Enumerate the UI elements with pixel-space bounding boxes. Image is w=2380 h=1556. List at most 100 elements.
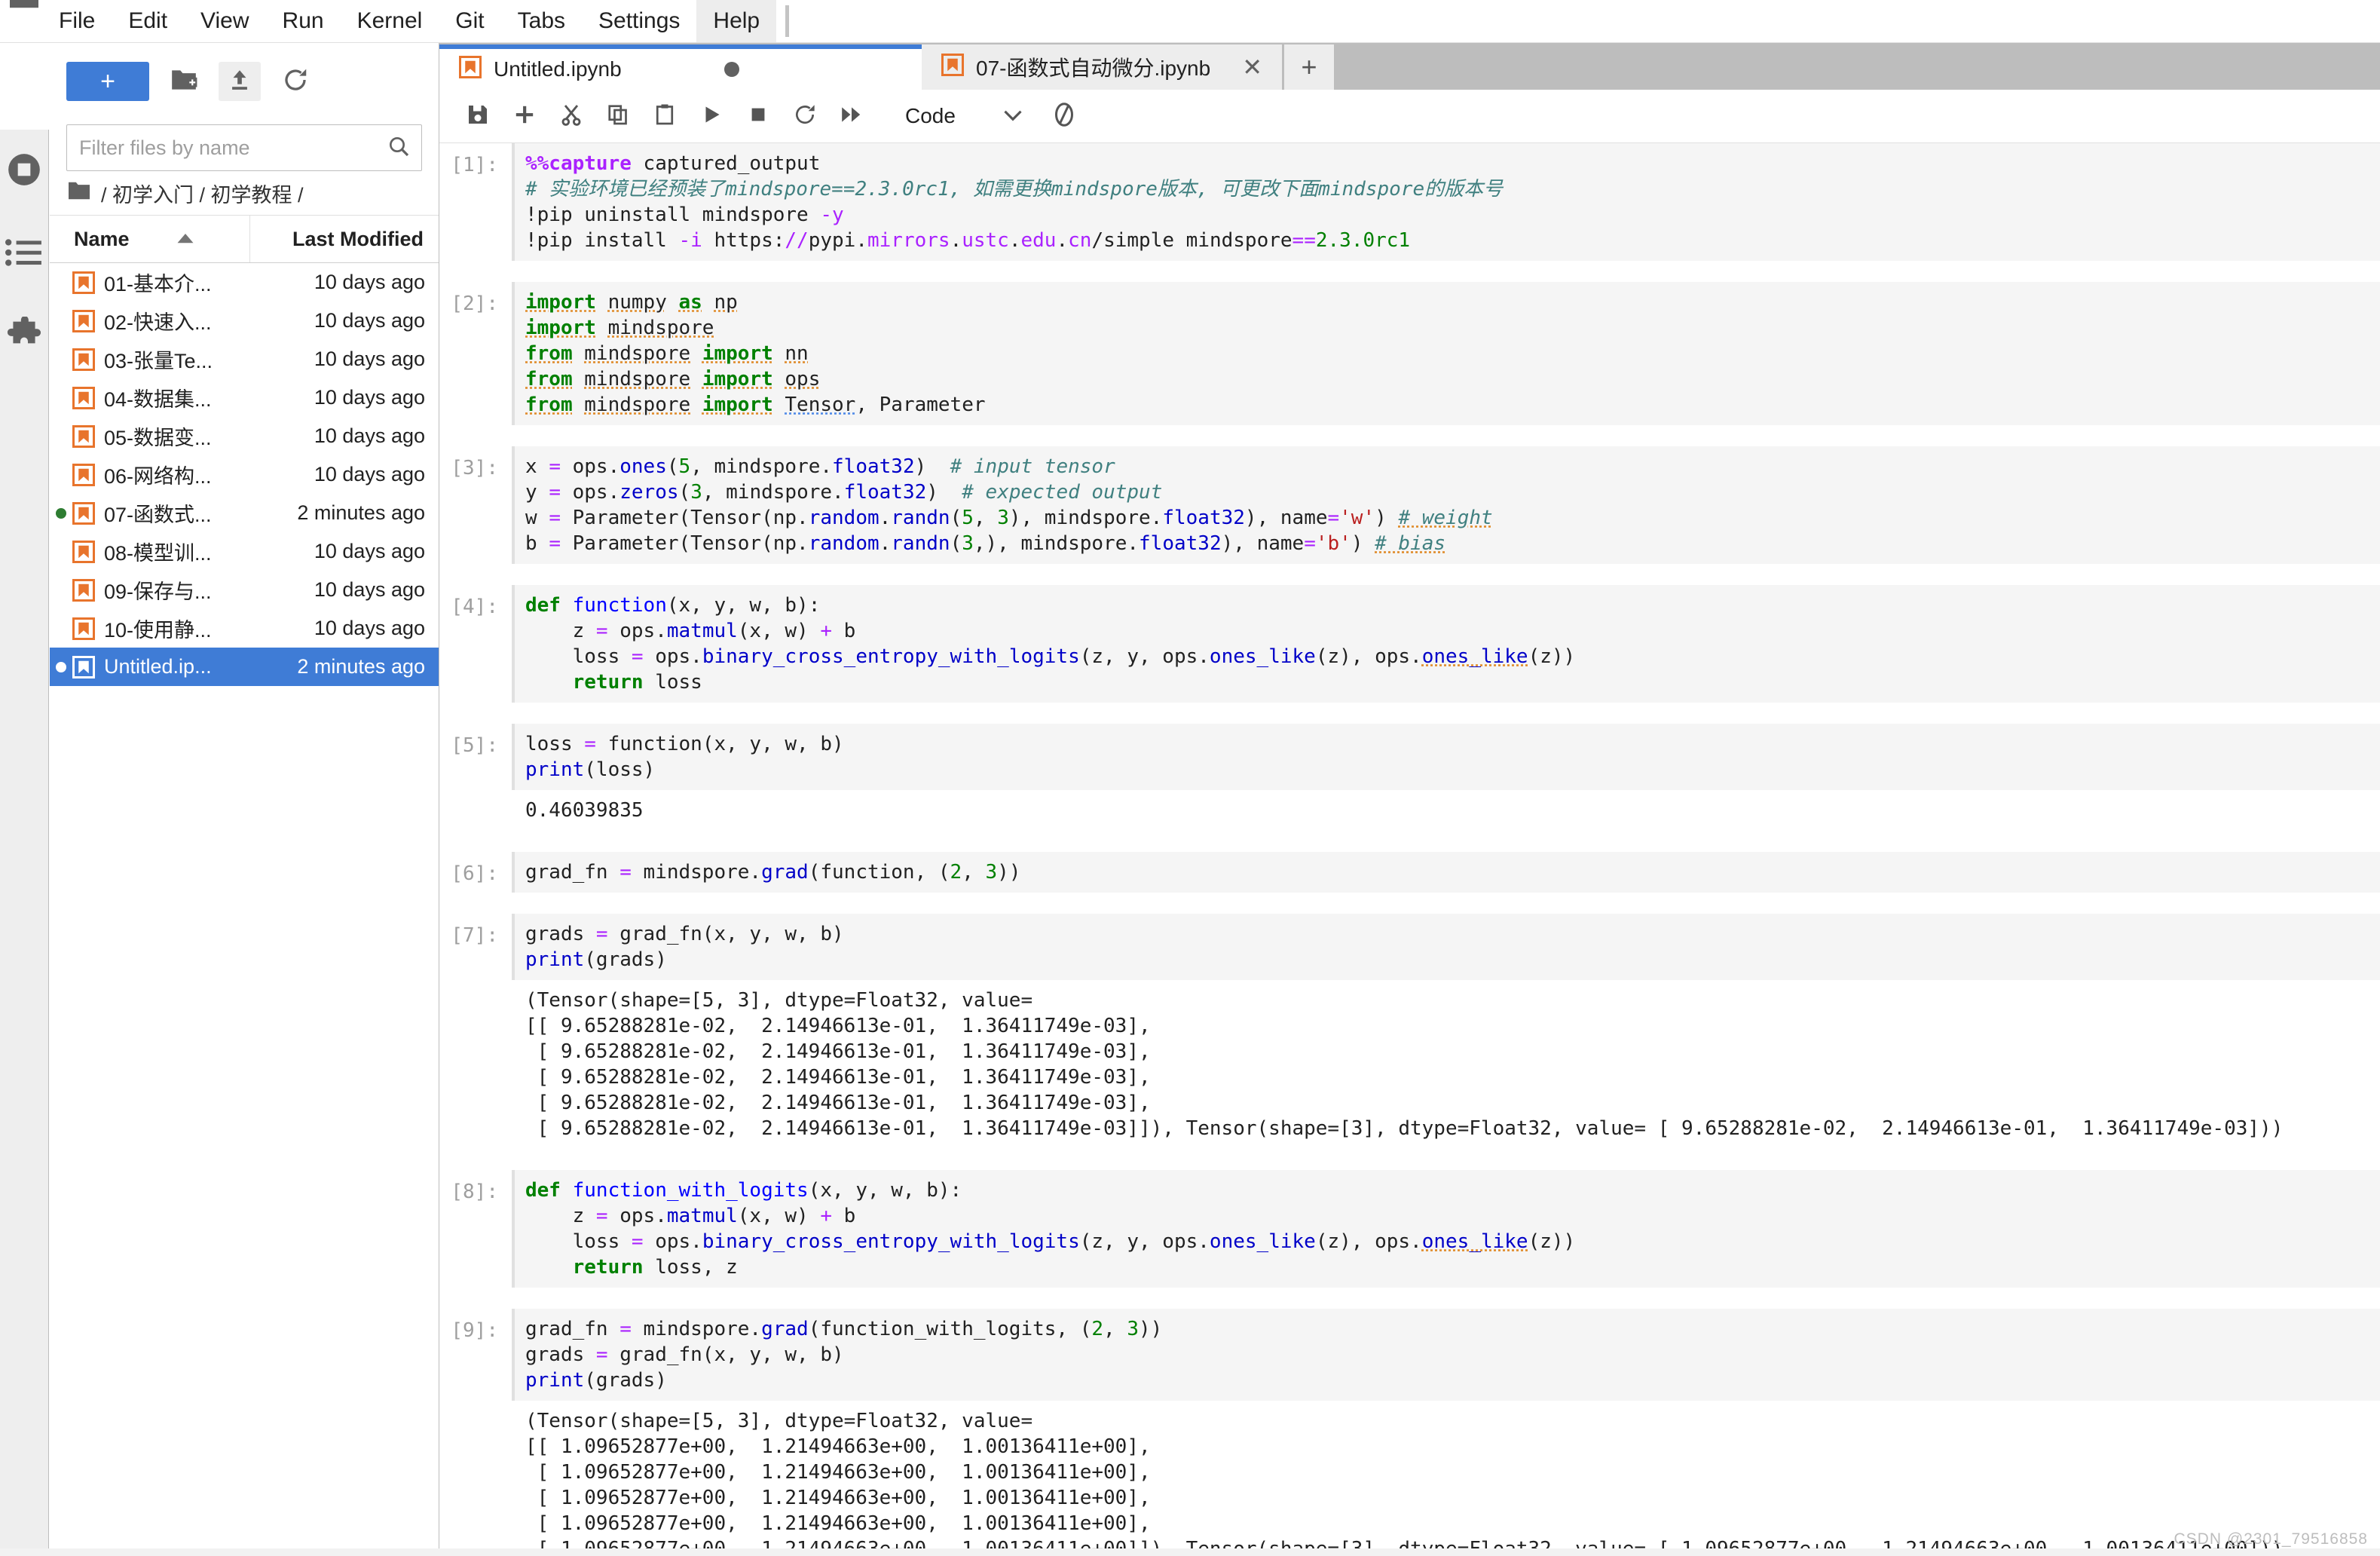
new-tab-button[interactable]: + [1282,44,1334,90]
cell-source-editor[interactable]: grad_fn = mindspore.grad(function, (2, 3… [512,852,2380,893]
cell-execution-count: [1]: [451,154,498,176]
restart-kernel-button[interactable] [782,93,828,139]
list-item[interactable]: 04-数据集... 10 days ago [50,378,439,417]
menu-help[interactable]: Help [696,0,777,42]
notebook-cell[interactable]: [6]: grad_fn = mindspore.grad(function, (… [439,852,2380,893]
kernel-status-button[interactable] [1051,101,1078,132]
notebook-toolbar: Code [439,90,2380,143]
menu-kernel[interactable]: Kernel [341,0,439,42]
new-folder-button[interactable] [163,62,205,101]
file-last-modified: 10 days ago [314,463,425,485]
file-last-modified: 10 days ago [314,578,425,601]
interrupt-kernel-button[interactable] [735,93,782,139]
cell-source-editor[interactable]: x = ops.ones(5, mindspore.float32) # inp… [512,446,2380,564]
menu-run[interactable]: Run [266,0,341,42]
list-item[interactable]: 06-网络构... 10 days ago [50,455,439,494]
breadcrumb-path: / 初学入门 / 初学教程 / [101,183,304,207]
refresh-button[interactable] [274,62,317,101]
file-list: 01-基本介... 10 days ago 02-快速入... 10 days ag… [50,263,439,686]
run-cell-button[interactable] [688,93,735,139]
file-last-modified: 10 days ago [314,424,425,447]
paste-cells-button[interactable] [641,93,688,139]
cell-output: (Tensor(shape=[5, 3], dtype=Float32, val… [525,1410,2284,1556]
sidebar-item-running[interactable] [0,130,48,213]
menu-git[interactable]: Git [439,0,500,42]
menu-edit[interactable]: Edit [112,0,184,42]
cut-icon [559,103,583,130]
notebook-cell[interactable]: [5]: loss = function(x, y, w, b) print(lo… [439,724,2380,831]
file-last-modified: 10 days ago [314,271,425,293]
file-name: 02-快速入... [104,311,212,334]
cell-source-editor[interactable]: def function(x, y, w, b): z = ops.matmul… [512,585,2380,703]
list-item[interactable]: 09-保存与... 10 days ago [50,571,439,609]
kernel-idle-icon [1051,101,1078,132]
run-icon [700,103,723,130]
chevron-down-icon [1002,104,1023,128]
menu-file[interactable]: File [42,0,112,42]
notebook-cells-container[interactable]: [1]: %%capture captured_output # 实验环境已经预装… [439,143,2380,1556]
cell-source-editor[interactable]: import numpy as np import mindspore from… [512,282,2380,425]
tab-07-func-autodiff-ipynb[interactable]: 07-函数式自动微分.ipynb ✕ [922,44,1282,90]
menu-settings[interactable]: Settings [582,0,696,42]
cell-execution-count: [4]: [451,596,498,618]
file-name: 08-模型训... [104,542,212,565]
breadcrumb[interactable]: / 初学入门 / 初学教程 / [50,171,439,215]
notebook-cell[interactable]: [8]: def function_with_logits(x, y, w, b)… [439,1170,2380,1288]
copy-cells-button[interactable] [595,93,641,139]
insert-cell-button[interactable] [501,93,548,139]
notebook-icon [72,309,95,332]
list-item[interactable]: 02-快速入... 10 days ago [50,302,439,340]
copy-icon [607,103,629,130]
cell-type-select[interactable]: Code [905,104,1023,128]
list-item[interactable]: 08-模型训... 10 days ago [50,532,439,571]
tab-bar: Untitled.ipynb 07-函数式自动微分.ipynb ✕ + [439,43,2380,90]
cell-source-editor[interactable]: grads = grad_fn(x, y, w, b) print(grads) [512,914,2380,980]
sidebar-item-table-of-contents[interactable] [0,213,48,296]
upload-button[interactable] [219,62,261,101]
sidebar-item-file-browser[interactable] [0,0,48,39]
notebook-icon [72,655,95,678]
file-last-modified: 10 days ago [314,617,425,639]
notebook-cell[interactable]: [4]: def function(x, y, w, b): z = ops.ma… [439,585,2380,703]
search-icon[interactable] [387,134,411,162]
notebook-icon [72,463,95,486]
close-icon[interactable]: ✕ [1242,55,1262,79]
list-item[interactable]: 10-使用静... 10 days ago [50,609,439,648]
cell-execution-count: [2]: [451,293,498,315]
file-last-modified: 10 days ago [314,386,425,409]
menu-bar: File Edit View Run Kernel Git Tabs Setti… [0,0,2380,43]
menu-tabs[interactable]: Tabs [501,0,582,42]
notebook-cell[interactable]: [7]: grads = grad_fn(x, y, w, b) print(gr… [439,914,2380,1149]
tab-untitled-ipynb[interactable]: Untitled.ipynb [439,44,922,90]
notebook-icon [72,540,95,563]
cell-source-editor[interactable]: %%capture captured_output # 实验环境已经预装了min… [512,143,2380,261]
file-filter-box[interactable] [66,124,422,171]
search-input[interactable] [78,135,387,161]
sidebar-item-extension-manager[interactable] [0,296,48,378]
column-header-last-modified[interactable]: Last Modified [250,228,439,251]
unsaved-indicator-icon[interactable] [723,62,739,77]
cut-cells-button[interactable] [548,93,595,139]
save-button[interactable] [454,93,501,139]
list-item[interactable]: 01-基本介... 10 days ago [50,263,439,302]
cell-source-editor[interactable]: loss = function(x, y, w, b) print(loss) [512,724,2380,790]
notebook-icon [72,348,95,371]
list-item[interactable]: Untitled.ip... 2 minutes ago [50,648,439,686]
column-header-name[interactable]: Name [50,216,250,262]
notebook-cell[interactable]: [9]: grad_fn = mindspore.grad(function_wi… [439,1309,2380,1556]
cell-source-editor[interactable]: grad_fn = mindspore.grad(function_with_l… [512,1309,2380,1401]
list-item[interactable]: 07-函数式... 2 minutes ago [50,494,439,532]
folder-icon [7,0,41,14]
file-name: 05-数据变... [104,427,212,449]
list-item[interactable]: 05-数据变... 10 days ago [50,417,439,455]
cell-spacer [439,564,2380,585]
notebook-cell[interactable]: [3]: x = ops.ones(5, mindspore.float32) #… [439,446,2380,564]
notebook-cell[interactable]: [2]: import numpy as np import mindspore … [439,282,2380,425]
activity-bar-strip [0,130,49,1556]
notebook-cell[interactable]: [1]: %%capture captured_output # 实验环境已经预装… [439,143,2380,261]
cell-source-editor[interactable]: def function_with_logits(x, y, w, b): z … [512,1170,2380,1288]
restart-and-run-all-button[interactable] [828,93,875,139]
list-item[interactable]: 03-张量Te... 10 days ago [50,340,439,378]
menu-view[interactable]: View [184,0,265,42]
new-launcher-button[interactable]: + [66,62,149,101]
